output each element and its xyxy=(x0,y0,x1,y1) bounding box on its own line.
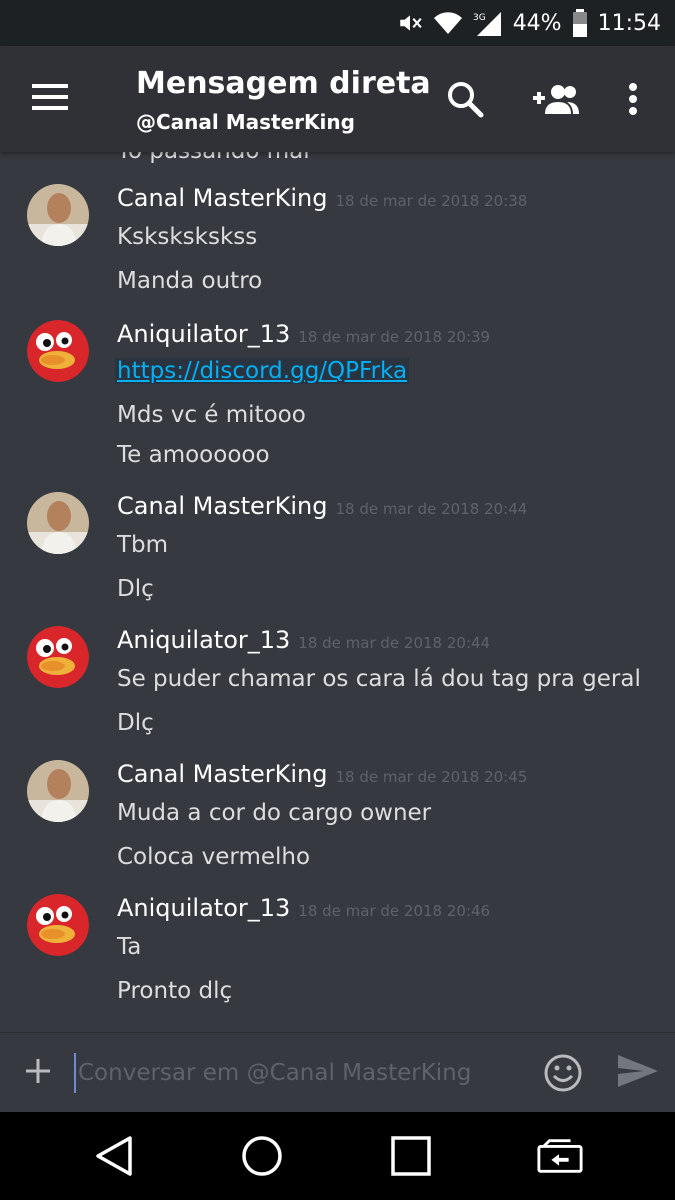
page-subtitle: @Canal MasterKing xyxy=(136,110,355,134)
message-text: Mds vc é mitooo xyxy=(117,402,306,428)
status-bar: 3G 44% 11:54 xyxy=(0,0,675,46)
wifi-icon xyxy=(433,10,463,36)
hamburger-menu-icon[interactable] xyxy=(30,82,70,116)
author-name[interactable]: Canal MasterKing xyxy=(117,492,328,520)
recents-nav-icon[interactable] xyxy=(387,1132,435,1180)
message-input[interactable] xyxy=(74,1053,514,1093)
avatar[interactable] xyxy=(27,184,89,246)
message-text: Se puder chamar os cara lá dou tag pra g… xyxy=(117,666,641,692)
battery-percent: 44% xyxy=(512,10,562,36)
timestamp: 18 de mar de 2018 20:45 xyxy=(335,768,528,786)
avatar[interactable] xyxy=(27,626,89,688)
author-name[interactable]: Canal MasterKing xyxy=(117,184,328,212)
author-name[interactable]: Canal MasterKing xyxy=(117,760,328,788)
author-name[interactable]: Aniquilator_13 xyxy=(117,626,290,654)
search-icon[interactable] xyxy=(442,76,488,122)
back-nav-icon[interactable] xyxy=(90,1132,138,1180)
message-text: Tbm xyxy=(117,532,169,558)
app-header: Mensagem direta @Canal MasterKing xyxy=(0,46,675,152)
message-list[interactable]: Tô passando mal Canal MasterKing 18 de ma… xyxy=(0,152,675,1032)
message-text: Kskskskskss xyxy=(117,224,258,250)
plus-icon[interactable] xyxy=(22,1055,54,1087)
author-name[interactable]: Aniquilator_13 xyxy=(117,320,290,348)
timestamp: 18 de mar de 2018 20:39 xyxy=(298,328,491,346)
screen-rotate-icon[interactable] xyxy=(536,1132,584,1180)
author-name[interactable]: Aniquilator_13 xyxy=(117,894,290,922)
message-text: Dlç xyxy=(117,576,154,602)
page-title: Mensagem direta xyxy=(136,66,431,101)
avatar[interactable] xyxy=(27,760,89,822)
timestamp: 18 de mar de 2018 20:44 xyxy=(298,634,491,652)
message-text: Pronto dlç xyxy=(117,978,233,1004)
home-nav-icon[interactable] xyxy=(238,1132,286,1180)
message-text: Ta xyxy=(117,934,142,960)
timestamp: 18 de mar de 2018 20:38 xyxy=(335,192,528,210)
avatar[interactable] xyxy=(27,320,89,382)
message-text: Muda a cor do cargo owner xyxy=(117,800,432,826)
avatar[interactable] xyxy=(27,894,89,956)
message-composer xyxy=(0,1032,675,1112)
message-text: Tô passando mal xyxy=(117,152,310,164)
message-text: Dlç xyxy=(117,710,154,736)
battery-icon xyxy=(572,9,588,37)
send-icon[interactable] xyxy=(616,1053,660,1093)
more-vert-icon[interactable] xyxy=(611,76,655,122)
emoji-icon[interactable] xyxy=(543,1053,583,1093)
message-text: Manda outro xyxy=(117,268,263,294)
message-text: Coloca vermelho xyxy=(117,844,311,870)
signal-icon: 3G xyxy=(473,10,503,36)
add-friend-icon[interactable] xyxy=(528,76,584,122)
clock: 11:54 xyxy=(597,10,661,36)
system-nav-bar xyxy=(0,1112,675,1200)
timestamp: 18 de mar de 2018 20:46 xyxy=(298,902,491,920)
svg-text:3G: 3G xyxy=(473,13,486,23)
avatar[interactable] xyxy=(27,492,89,554)
invite-link[interactable]: https://discord.gg/QPFrka xyxy=(115,358,410,384)
timestamp: 18 de mar de 2018 20:44 xyxy=(335,500,528,518)
message-text: Te amoooooo xyxy=(117,442,270,468)
mute-icon xyxy=(397,10,423,36)
